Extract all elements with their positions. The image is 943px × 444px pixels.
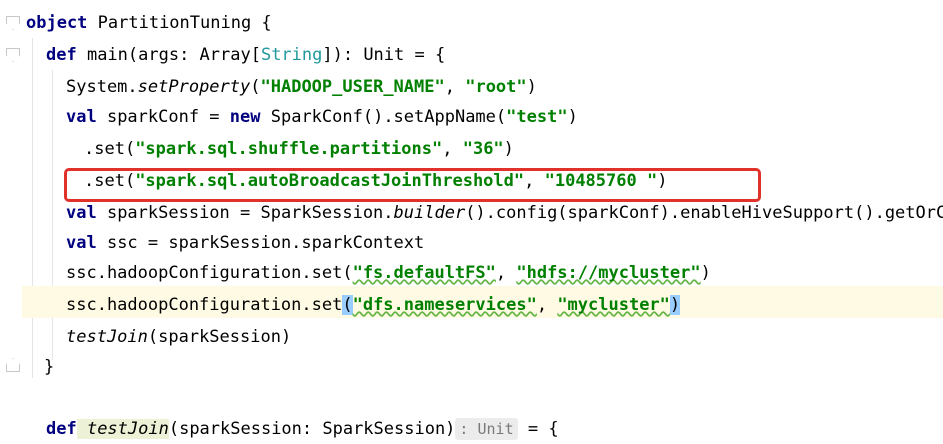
code-line-11[interactable]: testJoin(sparkSession) bbox=[66, 322, 291, 352]
code-line-2[interactable]: def main(args: Array[String]): Unit = { bbox=[46, 40, 445, 70]
editor-gutter bbox=[0, 0, 22, 426]
code-line-14[interactable]: def testJoin(sparkSession: SparkSession)… bbox=[46, 414, 559, 444]
code-line-4[interactable]: val sparkConf = new SparkConf().setAppNa… bbox=[66, 102, 578, 132]
code-line-5[interactable]: .set("spark.sql.shuffle.partitions", "36… bbox=[84, 134, 514, 164]
code-line-8[interactable]: val ssc = sparkSession.sparkContext bbox=[66, 228, 424, 258]
fold-marker-icon[interactable] bbox=[6, 16, 20, 30]
code-line-12[interactable]: } bbox=[44, 352, 54, 382]
indent-guide bbox=[32, 38, 33, 378]
type-hint-badge: : Unit bbox=[455, 418, 518, 440]
fold-marker-icon[interactable] bbox=[6, 48, 20, 62]
code-line-1[interactable]: object PartitionTuning { bbox=[26, 8, 272, 38]
code-line-10[interactable]: ssc.hadoopConfiguration.set("dfs.nameser… bbox=[66, 290, 681, 320]
highlight-annotation-box bbox=[64, 168, 761, 202]
code-line-3[interactable]: System.setProperty("HADOOP_USER_NAME", "… bbox=[66, 72, 537, 102]
code-line-7[interactable]: val sparkSession = SparkSession.builder(… bbox=[66, 198, 943, 228]
fold-marker-icon[interactable] bbox=[6, 358, 20, 372]
code-line-9[interactable]: ssc.hadoopConfiguration.set("fs.defaultF… bbox=[66, 258, 711, 288]
